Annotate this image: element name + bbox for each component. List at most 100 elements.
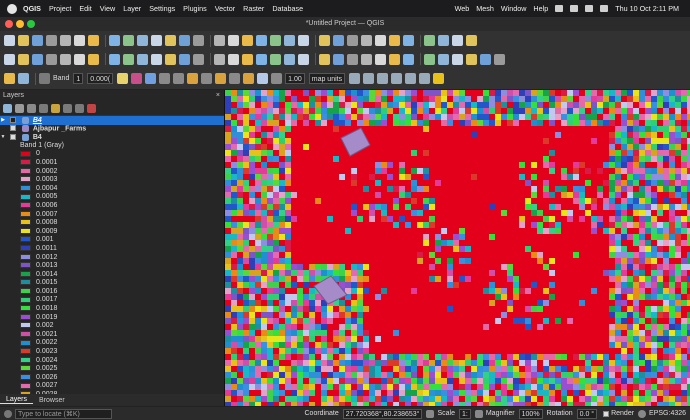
- reshape-icon[interactable]: [145, 73, 157, 84]
- add-geopackage-icon[interactable]: [60, 53, 71, 65]
- filter-expression-icon[interactable]: [51, 104, 60, 113]
- paste-icon[interactable]: [361, 53, 372, 65]
- close-panel-icon[interactable]: ×: [216, 90, 220, 102]
- snap-icon[interactable]: [257, 73, 269, 84]
- expand-arrow-icon[interactable]: ▶: [0, 116, 6, 125]
- digitize-icon[interactable]: [131, 73, 143, 84]
- collapse-all-icon[interactable]: [75, 104, 84, 113]
- layout-manager-icon[interactable]: [74, 35, 85, 46]
- save-as-icon[interactable]: [46, 35, 57, 46]
- zoom-to-layer-icon[interactable]: [193, 35, 204, 46]
- rotate-icon[interactable]: [187, 73, 199, 84]
- temporal-icon[interactable]: [333, 35, 344, 46]
- undo-icon[interactable]: [375, 53, 386, 65]
- processing-icon[interactable]: [438, 53, 449, 65]
- menu-mesh[interactable]: Mesh: [476, 4, 494, 13]
- menu-settings[interactable]: Settings: [149, 4, 175, 13]
- statistics-icon[interactable]: [424, 35, 435, 46]
- label-pin-icon[interactable]: [377, 73, 389, 84]
- collapse-arrow-icon[interactable]: ▼: [0, 133, 6, 142]
- plugin-icon[interactable]: [466, 53, 477, 65]
- add-wms-icon[interactable]: [151, 53, 162, 65]
- print-layout-icon[interactable]: [60, 35, 71, 46]
- coordinate-field[interactable]: 27.720368°,80.238653°: [342, 408, 423, 419]
- diagram-icon[interactable]: [424, 53, 435, 65]
- tab-browser[interactable]: Browser: [33, 397, 71, 404]
- pan-to-selection-icon[interactable]: [123, 35, 134, 46]
- new-temp-layer-icon[interactable]: [242, 53, 253, 65]
- render-checkbox[interactable]: [603, 410, 610, 417]
- label-highlight-icon[interactable]: [433, 73, 445, 84]
- eye-icon[interactable]: [27, 104, 36, 113]
- raster-calculator-icon[interactable]: [494, 53, 505, 65]
- show-bookmarks-icon[interactable]: [270, 35, 281, 46]
- map-canvas[interactable]: [225, 90, 690, 406]
- style-manager-icon[interactable]: [88, 35, 99, 46]
- layer-item-b4-top[interactable]: ▶ B4: [0, 116, 224, 125]
- zoom-last-icon[interactable]: [228, 35, 239, 46]
- save-project-icon[interactable]: [32, 35, 43, 46]
- measure-icon[interactable]: [438, 35, 449, 46]
- wifi-icon[interactable]: [570, 5, 579, 12]
- offset-icon[interactable]: [159, 73, 171, 84]
- close-window-icon[interactable]: [5, 20, 13, 28]
- add-oracle-icon[interactable]: [123, 53, 134, 65]
- deselect-icon[interactable]: [389, 35, 400, 46]
- zoom-full-icon[interactable]: [165, 35, 176, 46]
- zoom-window-icon[interactable]: [27, 20, 35, 28]
- label-toolbar-icon[interactable]: [403, 53, 414, 65]
- digitize-icon[interactable]: [256, 53, 267, 65]
- python-console-icon[interactable]: [452, 53, 463, 65]
- menu-raster[interactable]: Raster: [243, 4, 264, 13]
- select-feature-icon[interactable]: [375, 35, 386, 46]
- apple-logo-icon[interactable]: [7, 3, 17, 14]
- bluetooth-icon[interactable]: [555, 5, 564, 12]
- menu-web[interactable]: Web: [455, 4, 470, 13]
- expand-all-icon[interactable]: [63, 104, 72, 113]
- locator-input[interactable]: Type to locate (⌘K): [15, 408, 113, 419]
- new-geopackage-layer-icon[interactable]: [214, 53, 225, 65]
- layer-visibility-checkbox[interactable]: [9, 125, 16, 132]
- new-shapefile-layer-icon[interactable]: [228, 53, 239, 65]
- filter-icon[interactable]: [39, 104, 48, 113]
- redo-icon[interactable]: [389, 53, 400, 65]
- field-calculator-icon[interactable]: [403, 35, 414, 46]
- add-arcgis-icon[interactable]: [193, 53, 204, 65]
- refresh-icon[interactable]: [284, 35, 295, 46]
- new-bookmark-icon[interactable]: [256, 35, 267, 46]
- save-edits-icon[interactable]: [18, 73, 29, 84]
- zoom-native-icon[interactable]: [214, 35, 225, 46]
- text-annotation-icon[interactable]: [452, 35, 463, 46]
- add-wfs-icon[interactable]: [179, 53, 190, 65]
- simplify-icon[interactable]: [201, 73, 213, 84]
- menu-layer[interactable]: Layer: [123, 4, 141, 13]
- add-postgis-icon[interactable]: [88, 53, 99, 65]
- control-center-icon[interactable]: [600, 5, 609, 12]
- menu-database[interactable]: Database: [272, 4, 303, 13]
- menu-vector[interactable]: Vector: [215, 4, 235, 13]
- tab-layers[interactable]: Layers: [0, 396, 34, 404]
- zoom-next-icon[interactable]: [242, 35, 253, 46]
- cut-icon[interactable]: [333, 53, 344, 65]
- menu-view[interactable]: View: [100, 4, 115, 13]
- open-project-icon[interactable]: [18, 35, 29, 46]
- annotation-icon[interactable]: [349, 73, 361, 84]
- identify-icon[interactable]: [347, 35, 358, 46]
- fill-icon[interactable]: [215, 73, 227, 84]
- minimize-window-icon[interactable]: [16, 20, 24, 28]
- new-map-view-icon[interactable]: [298, 35, 309, 46]
- crs-button[interactable]: EPSG:4326: [649, 410, 686, 417]
- layer-item-b4[interactable]: ▼ B4: [0, 133, 224, 142]
- menu-window[interactable]: Window: [501, 4, 527, 13]
- add-raster-layer-icon[interactable]: [18, 53, 29, 65]
- add-virtual-layer-icon[interactable]: [137, 53, 148, 65]
- node-tool-icon[interactable]: [243, 73, 255, 84]
- menu-help[interactable]: Help: [533, 4, 548, 13]
- label-rotate-icon[interactable]: [405, 73, 417, 84]
- map-tips-icon[interactable]: [466, 35, 477, 46]
- add-vector-layer-icon[interactable]: [4, 53, 15, 65]
- globe-icon[interactable]: [638, 409, 647, 418]
- copy-icon[interactable]: [347, 53, 358, 65]
- rotation-field[interactable]: 0.0 °: [576, 408, 598, 419]
- remove-layer-icon[interactable]: [87, 104, 96, 113]
